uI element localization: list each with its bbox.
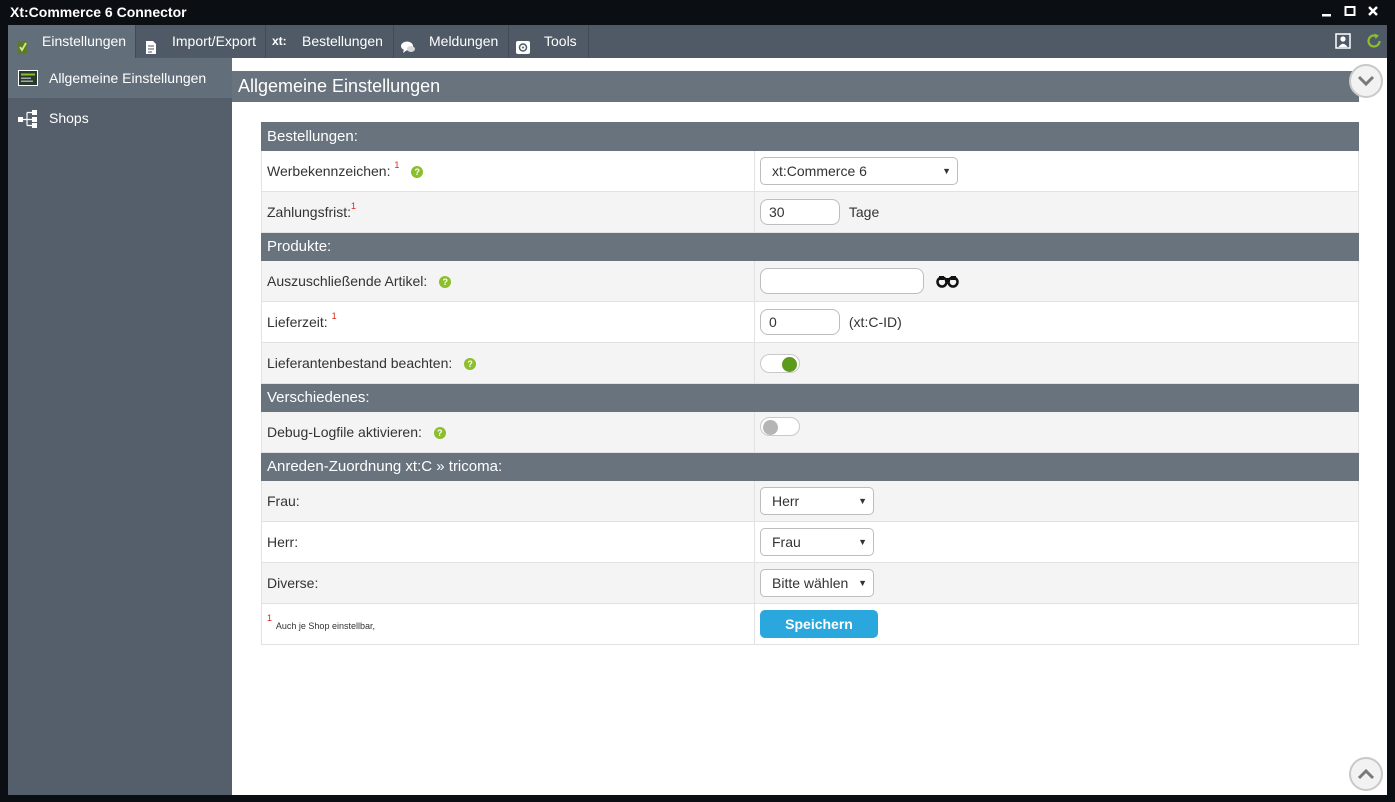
lieferzeit-label: Lieferzeit: — [267, 314, 328, 330]
menu-import-export-label: Import/Export — [172, 33, 257, 49]
chevron-down-icon — [1357, 73, 1375, 92]
lieferzeit-input[interactable]: 0 — [760, 309, 840, 335]
herr-label: Herr: — [267, 534, 299, 550]
lieferzeit-unit: (xt:C-ID) — [848, 314, 902, 330]
menu-import-export[interactable]: Import/Export — [136, 25, 266, 58]
lieferantenbestand-label: Lieferantenbestand beachten: — [267, 355, 453, 371]
section-bestellungen: Bestellungen: — [261, 122, 1359, 151]
werbekennzeichen-label: Werbekennzeichen: — [267, 163, 391, 179]
section-header: Bestellungen: — [261, 122, 1359, 151]
menu-einstellungen-label: Einstellungen — [42, 33, 127, 49]
section-header: Verschiedenes: — [261, 383, 1359, 412]
auszuschliessende-label: Auszuschließende Artikel: — [267, 273, 428, 289]
sidebar: Allgemeine Einstellungen Shops — [8, 58, 232, 795]
menu-bestellungen-label: Bestellungen — [302, 33, 383, 49]
herr-value: Frau — [772, 534, 801, 550]
close-icon[interactable] — [1366, 4, 1380, 18]
form-row-herr: Herr: Frau ▼ — [261, 521, 1359, 563]
form-row-lieferzeit: Lieferzeit: 1 0 (xt:C-ID) — [261, 301, 1359, 343]
scroll-to-top-button[interactable] — [1349, 757, 1383, 791]
network-icon — [18, 110, 38, 128]
menu-einstellungen[interactable]: Einstellungen — [8, 25, 136, 58]
debug-logfile-toggle[interactable] — [760, 417, 800, 436]
frau-select[interactable]: Herr ▼ — [760, 487, 874, 515]
save-button[interactable]: Speichern — [760, 610, 878, 638]
form-row-lieferantenbestand: Lieferantenbestand beachten: ? — [261, 342, 1359, 384]
menu-meldungen[interactable]: Meldungen — [394, 25, 509, 58]
document-icon — [144, 34, 158, 54]
collapse-button[interactable] — [1349, 64, 1383, 98]
main-content: Allgemeine Einstellungen Bestellungen: W… — [232, 58, 1387, 795]
dropdown-caret-icon: ▼ — [858, 578, 867, 588]
werbekennzeichen-select[interactable]: xt:Commerce 6 ▼ — [760, 157, 958, 185]
form-row-frau: Frau: Herr ▼ — [261, 480, 1359, 522]
zahlungsfrist-input[interactable]: 30 — [760, 199, 840, 225]
menu-meldungen-label: Meldungen — [429, 33, 499, 49]
required-marker: 1 — [267, 613, 273, 623]
lieferantenbestand-toggle[interactable] — [760, 353, 800, 373]
menu-tools[interactable]: Tools — [509, 25, 589, 58]
checklist-icon — [16, 34, 30, 54]
auszuschliessende-input[interactable] — [760, 268, 924, 294]
window-title: Xt:Commerce 6 Connector — [10, 4, 187, 20]
refresh-icon[interactable] — [1365, 32, 1383, 50]
form-row-werbekennzeichen: Werbekennzeichen: 1 ? xt:Commerce 6 ▼ — [261, 150, 1359, 192]
toggle-knob — [782, 356, 797, 372]
form-row-auszuschliessende-artikel: Auszuschließende Artikel: ? — [261, 260, 1359, 302]
form-row-footer: 1 Auch je Shop einstellbar, Speichern — [261, 603, 1359, 645]
page-title: Allgemeine Einstellungen — [238, 76, 441, 96]
sidebar-item-allgemeine-einstellungen[interactable]: Allgemeine Einstellungen — [8, 58, 232, 98]
werbekennzeichen-value: xt:Commerce 6 — [772, 163, 867, 179]
required-marker: 1 — [331, 311, 337, 321]
menu-bestellungen[interactable]: xt: Bestellungen — [266, 25, 394, 58]
zahlungsfrist-unit: Tage — [848, 204, 880, 220]
chevron-up-icon — [1357, 766, 1375, 785]
help-icon[interactable]: ? — [439, 276, 452, 289]
diverse-value: Bitte wählen — [772, 575, 849, 591]
help-icon[interactable]: ? — [411, 166, 424, 179]
frau-value: Herr — [772, 493, 800, 509]
form-row-diverse: Diverse: Bitte wählen ▼ — [261, 562, 1359, 604]
form-row-debug-logfile: Debug-Logfile aktivieren: ? — [261, 411, 1359, 453]
required-marker: 1 — [394, 160, 400, 170]
page-header: Allgemeine Einstellungen — [232, 71, 1359, 102]
maximize-icon[interactable] — [1343, 4, 1357, 18]
tools-icon — [515, 34, 531, 54]
dropdown-caret-icon: ▼ — [858, 537, 867, 547]
section-anreden-zuordnung: Anreden-Zuordnung xt:C » tricoma: — [261, 452, 1359, 481]
required-marker: 1 — [351, 201, 357, 211]
chat-bubbles-icon — [400, 34, 416, 53]
sidebar-item-label: Shops — [49, 110, 89, 126]
menu-tools-label: Tools — [544, 33, 577, 49]
footnote-text: Auch je Shop einstellbar, — [275, 621, 375, 631]
section-header: Produkte: — [261, 232, 1359, 261]
window-titlebar: Xt:Commerce 6 Connector — [0, 0, 1395, 25]
diverse-select[interactable]: Bitte wählen ▼ — [760, 569, 874, 597]
main-menubar: Einstellungen Import/Export xt: Bestellu… — [8, 25, 1387, 58]
dropdown-caret-icon: ▼ — [858, 496, 867, 506]
herr-select[interactable]: Frau ▼ — [760, 528, 874, 556]
section-verschiedenes: Verschiedenes: — [261, 383, 1359, 412]
window-bottom-border — [0, 795, 1395, 802]
sidebar-item-label: Allgemeine Einstellungen — [49, 70, 207, 86]
xt-logo-icon: xt: — [272, 34, 287, 48]
debug-logfile-label: Debug-Logfile aktivieren: — [267, 424, 422, 440]
frau-label: Frau: — [267, 493, 300, 509]
toggle-knob — [763, 420, 778, 435]
binoculars-icon[interactable] — [936, 274, 960, 288]
minimize-icon[interactable] — [1320, 4, 1334, 18]
settings-panel-icon — [18, 70, 38, 86]
section-header: Anreden-Zuordnung xt:C » tricoma: — [261, 452, 1359, 481]
user-profile-icon[interactable] — [1335, 33, 1351, 49]
sidebar-item-shops[interactable]: Shops — [8, 98, 232, 138]
zahlungsfrist-label: Zahlungsfrist: — [267, 204, 352, 220]
section-produkte: Produkte: — [261, 232, 1359, 261]
settings-form: Bestellungen: Werbekennzeichen: 1 ? xt:C… — [261, 122, 1359, 645]
dropdown-caret-icon: ▼ — [942, 166, 951, 176]
diverse-label: Diverse: — [267, 575, 319, 591]
form-row-zahlungsfrist: Zahlungsfrist:1 30 Tage — [261, 191, 1359, 233]
help-icon[interactable]: ? — [464, 358, 477, 371]
help-icon[interactable]: ? — [433, 427, 446, 440]
